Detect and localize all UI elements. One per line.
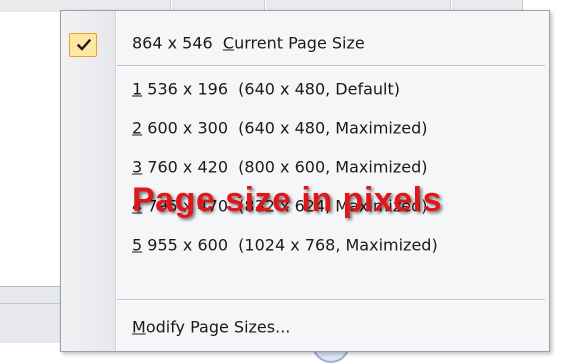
check-indicator bbox=[69, 33, 97, 57]
menu-item-current-page-size[interactable]: 864 x 546 Current Page Size bbox=[61, 25, 549, 61]
current-page-size-label: 864 x 546 Current Page Size bbox=[132, 33, 365, 53]
menu-item-preset-5[interactable]: 5 955 x 600 (1024 x 768, Maximized) bbox=[61, 227, 549, 263]
menu-separator bbox=[117, 299, 545, 301]
menu-item-modify-page-sizes[interactable]: Modify Page Sizes... bbox=[61, 309, 549, 345]
preset-label: 3 760 x 420 (800 x 600, Maximized) bbox=[132, 157, 428, 177]
annotation-overlay: Page size in pixels bbox=[132, 181, 442, 219]
menu-item-preset-3[interactable]: 3 760 x 420 (800 x 600, Maximized) bbox=[61, 149, 549, 185]
menu-separator bbox=[117, 65, 545, 67]
background-area bbox=[549, 0, 576, 342]
check-icon bbox=[77, 39, 91, 51]
menu-item-preset-1[interactable]: 1 536 x 196 (640 x 480, Default) bbox=[61, 71, 549, 107]
preset-label: 5 955 x 600 (1024 x 768, Maximized) bbox=[132, 235, 438, 255]
preset-label: 1 536 x 196 (640 x 480, Default) bbox=[132, 79, 401, 99]
preset-label: 2 600 x 300 (640 x 480, Maximized) bbox=[132, 118, 428, 138]
modify-page-sizes-label: Modify Page Sizes... bbox=[132, 317, 291, 337]
menu-item-preset-2[interactable]: 2 600 x 300 (640 x 480, Maximized) bbox=[61, 110, 549, 146]
